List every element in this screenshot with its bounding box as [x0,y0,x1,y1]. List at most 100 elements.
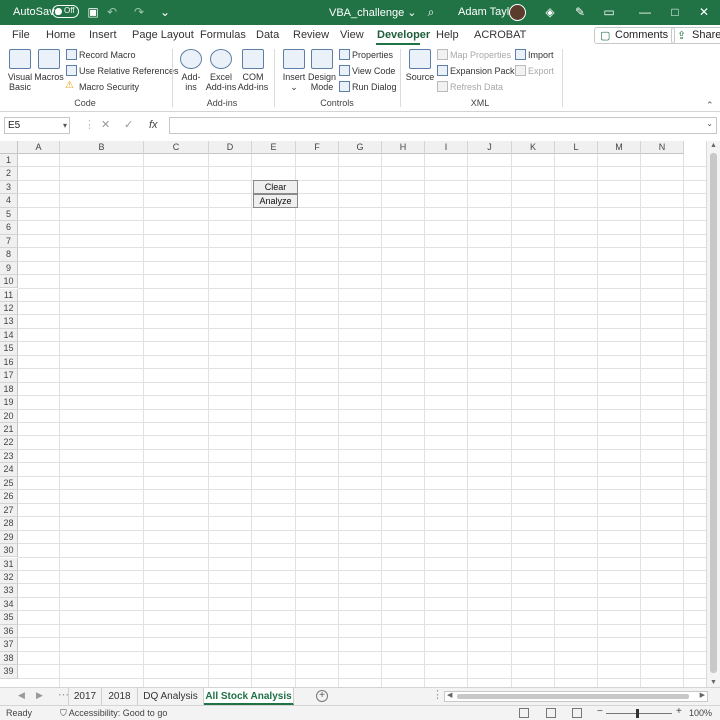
row-header-8[interactable]: 8 [0,248,18,262]
row-header-9[interactable]: 9 [0,261,18,276]
row-header-12[interactable]: 12 [0,301,18,316]
column-header-m[interactable]: M [598,141,641,154]
analyze-button[interactable]: Analyze [253,194,298,208]
row-header-4[interactable]: 4 [0,194,18,208]
row-header-7[interactable]: 7 [0,234,18,249]
close-icon[interactable]: ✕ [697,5,711,19]
pen-icon[interactable]: ✎ [573,5,587,19]
row-header-3[interactable]: 3 [0,180,18,195]
tab-review[interactable]: Review [293,29,329,41]
row-header-29[interactable]: 29 [0,530,18,545]
comments-button[interactable]: ▢ Comments [594,27,676,44]
diamond-icon[interactable]: ◈ [543,5,557,19]
row-header-6[interactable]: 6 [0,221,18,235]
row-header-21[interactable]: 21 [0,423,18,437]
row-header-35[interactable]: 35 [0,611,18,625]
tab-developer[interactable]: Developer [377,29,430,41]
page-break-view-icon[interactable] [572,708,582,718]
column-header-l[interactable]: L [555,141,598,154]
row-header-22[interactable]: 22 [0,436,18,450]
row-header-14[interactable]: 14 [0,328,18,343]
formula-bar-options-icon[interactable]: ⋮ [84,117,95,134]
zoom-slider-knob[interactable] [636,709,639,718]
select-all-corner[interactable] [0,141,18,154]
row-header-13[interactable]: 13 [0,315,18,329]
vertical-scroll-thumb[interactable] [710,153,717,673]
row-header-27[interactable]: 27 [0,503,18,518]
customize-toolbar-icon[interactable]: ⌄ [158,5,172,19]
column-header-d[interactable]: D [209,141,252,154]
tab-page-layout[interactable]: Page Layout [132,29,194,41]
row-header-23[interactable]: 23 [0,449,18,464]
zoom-slider[interactable] [606,713,672,714]
name-box[interactable]: E5 ▾ [4,117,70,134]
document-title[interactable]: VBA_challenge ⌄ [329,6,417,19]
row-header-31[interactable]: 31 [0,557,18,571]
search-icon[interactable]: ⌕ [424,5,438,19]
zoom-in-icon[interactable]: + [676,706,682,717]
clear-button[interactable]: Clear [253,180,298,194]
sheet-tab-all-stock-analysis[interactable]: All Stock Analysis [204,688,294,705]
row-header-15[interactable]: 15 [0,342,18,356]
row-header-26[interactable]: 26 [0,490,18,504]
row-header-17[interactable]: 17 [0,369,18,383]
tab-file[interactable]: File [12,29,30,41]
column-header-b[interactable]: B [60,141,144,154]
sheet-tab-2018[interactable]: 2018 [102,688,138,705]
scroll-right-icon[interactable]: ▶ [700,691,705,699]
row-header-30[interactable]: 30 [0,544,18,558]
column-header-j[interactable]: J [468,141,512,154]
horizontal-scrollbar[interactable]: ◀ ▶ [444,691,708,702]
tab-data[interactable]: Data [256,29,279,41]
prev-sheet-icon[interactable]: ◀ [18,690,25,701]
tab-split-handle-icon[interactable]: ⋮ [432,688,443,701]
column-header-n[interactable]: N [641,141,684,154]
insert-function-icon[interactable]: fx [149,117,158,134]
row-header-18[interactable]: 18 [0,382,18,397]
row-header-1[interactable]: 1 [0,154,18,168]
horizontal-scroll-thumb[interactable] [457,694,689,699]
row-header-38[interactable]: 38 [0,651,18,666]
maximize-icon[interactable]: □ [668,5,682,19]
page-layout-view-icon[interactable] [546,708,556,718]
column-header-i[interactable]: I [425,141,468,154]
row-header-25[interactable]: 25 [0,476,18,491]
row-header-20[interactable]: 20 [0,409,18,423]
row-header-37[interactable]: 37 [0,638,18,652]
add-sheet-icon[interactable]: + [316,690,328,702]
column-header-k[interactable]: K [512,141,555,154]
row-header-24[interactable]: 24 [0,463,18,477]
column-header-c[interactable]: C [144,141,209,154]
collapse-ribbon-icon[interactable]: ⌃ [706,100,714,111]
sheet-tab-dq-analysis[interactable]: DQ Analysis [138,688,204,705]
save-icon[interactable]: ▣ [86,5,100,19]
row-header-2[interactable]: 2 [0,167,18,181]
scroll-up-icon[interactable]: ▲ [710,142,717,149]
worksheet-grid[interactable]: ABCDEFGHIJKLMN 1 2 3 4 5 6 7 8 9 10 11 12 13 14 15 16 17… [0,141,720,687]
scroll-down-icon[interactable]: ▼ [710,679,717,686]
accessibility-status[interactable]: ⛉ Accessibility: Good to go [60,708,167,719]
normal-view-icon[interactable] [519,708,529,718]
row-header-39[interactable]: 39 [0,665,18,679]
ribbon-display-icon[interactable]: ▭ [602,5,616,19]
tab-acrobat[interactable]: ACROBAT [474,29,526,41]
row-header-28[interactable]: 28 [0,517,18,531]
tab-view[interactable]: View [340,29,364,41]
autosave-toggle[interactable]: Off [52,5,79,18]
redo-icon[interactable]: ↷ [132,5,146,19]
row-header-16[interactable]: 16 [0,355,18,370]
tab-formulas[interactable]: Formulas [200,29,246,41]
sheet-tab-2017[interactable]: 2017 [68,688,102,705]
column-header-f[interactable]: F [296,141,339,154]
row-header-19[interactable]: 19 [0,396,18,410]
share-button[interactable]: ⇪ Share [671,27,720,44]
tab-home[interactable]: Home [46,29,75,41]
row-header-36[interactable]: 36 [0,624,18,639]
row-header-33[interactable]: 33 [0,584,18,598]
avatar[interactable] [509,4,526,21]
enter-icon[interactable]: ✓ [124,117,133,134]
zoom-level[interactable]: 100% [689,708,712,718]
tab-insert[interactable]: Insert [89,29,117,41]
next-sheet-icon[interactable]: ▶ [36,690,43,701]
cancel-entry-icon[interactable]: ✕ [101,117,110,134]
